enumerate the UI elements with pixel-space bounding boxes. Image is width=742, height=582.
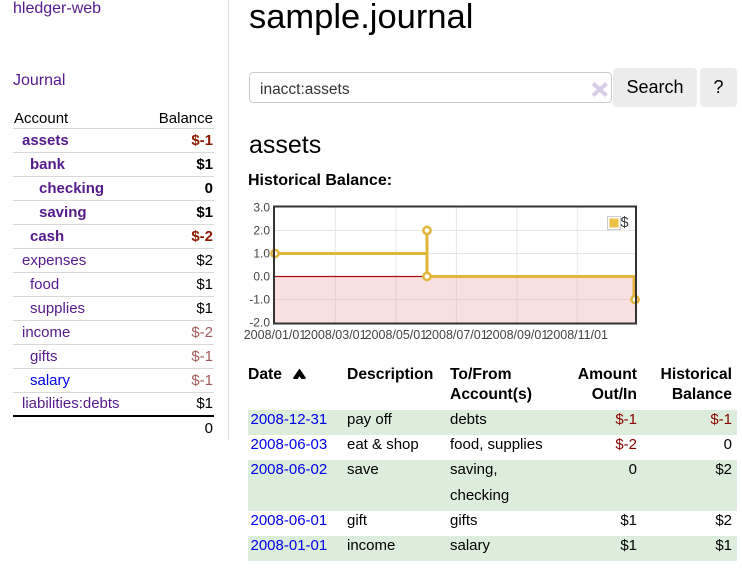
svg-text:$: $: [621, 215, 629, 231]
svg-text:-1.0: -1.0: [249, 293, 270, 307]
svg-text:2008/05/01: 2008/05/01: [365, 328, 428, 342]
svg-text:2008/09/01: 2008/09/01: [486, 328, 549, 342]
svg-text:2008/03/01: 2008/03/01: [304, 328, 367, 342]
svg-text:2008/11/01: 2008/11/01: [546, 328, 608, 342]
svg-text:2008/01/01: 2008/01/01: [244, 328, 307, 342]
svg-text:1.0: 1.0: [253, 247, 270, 261]
svg-text:2008/07/01: 2008/07/01: [425, 328, 488, 342]
svg-text:3.0: 3.0: [253, 201, 270, 215]
svg-text:0.0: 0.0: [253, 270, 270, 284]
svg-text:2.0: 2.0: [253, 224, 270, 238]
